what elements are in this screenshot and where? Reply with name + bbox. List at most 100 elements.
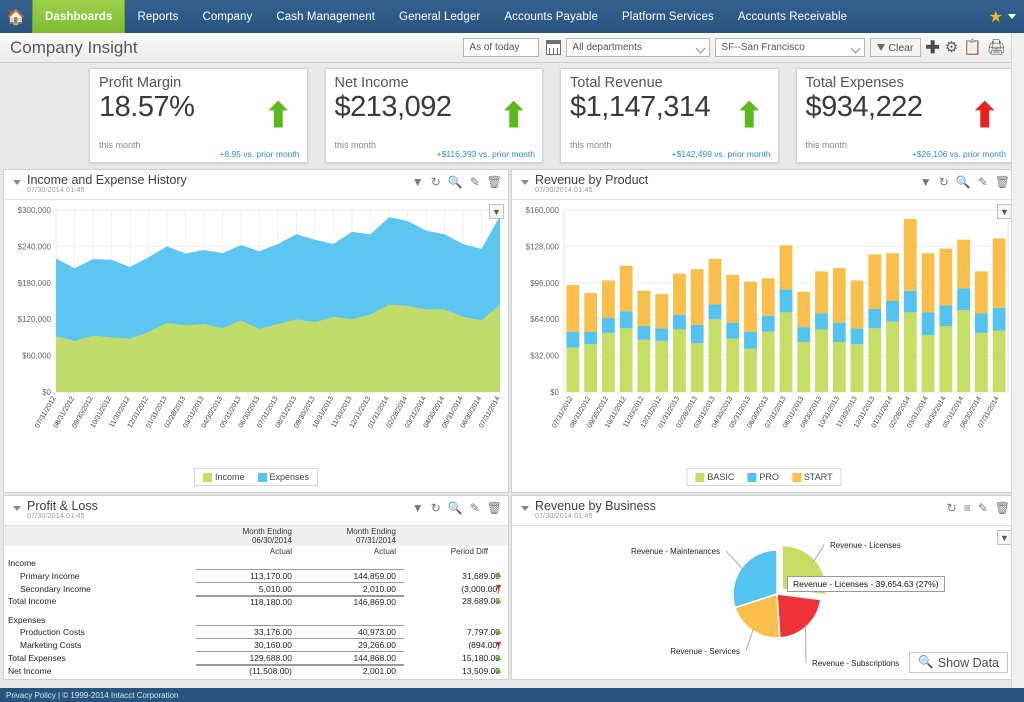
- clear-filters-button[interactable]: Clear: [870, 38, 920, 57]
- kpi-subtitle: this month: [99, 140, 141, 150]
- svg-text:$128,000: $128,000: [526, 242, 560, 251]
- kpi-title: Total Expenses: [806, 75, 1005, 91]
- kpi-delta: +$116,393 vs. prior month: [437, 149, 535, 159]
- kpi-title: Total Revenue: [570, 75, 769, 91]
- show-data-label: Show Data: [938, 656, 999, 670]
- chevron-down-icon[interactable]: [1008, 14, 1016, 19]
- download-icon[interactable]: ▼: [997, 204, 1012, 219]
- kpi-delta: +$142,499 vs. prior month: [672, 149, 771, 159]
- pencil-icon[interactable]: ✎: [470, 502, 480, 514]
- department-filter-select[interactable]: All departments: [566, 38, 710, 57]
- search-icon[interactable]: 🔍: [448, 502, 463, 514]
- gear-icon[interactable]: ⚙: [945, 40, 958, 55]
- funnel-icon[interactable]: ▼: [412, 176, 424, 188]
- location-filter-select[interactable]: SF--San Francisco: [715, 38, 865, 57]
- kpi-card-total-revenue[interactable]: Total Revenue $1,147,314 ⬆ this month +$…: [560, 68, 779, 163]
- table-row[interactable]: Net Income(11,508.00)2,001.0013,509.00▲: [4, 665, 508, 678]
- nav-item-cash-management[interactable]: Cash Management: [264, 0, 387, 33]
- pencil-icon[interactable]: ✎: [470, 176, 480, 188]
- table-row[interactable]: Marketing Costs30,160.0029,266.00(894.00…: [4, 639, 508, 652]
- list-icon[interactable]: ≡: [964, 502, 971, 514]
- show-data-button[interactable]: 🔍 Show Data: [909, 652, 1008, 673]
- table-row[interactable]: Primary Income113,170.00144,859.0031,689…: [4, 569, 508, 582]
- table-row[interactable]: Production Costs33,176.0040,973.007,797.…: [4, 626, 508, 639]
- download-icon[interactable]: ▼: [997, 530, 1012, 545]
- nav-item-accounts-payable[interactable]: Accounts Payable: [492, 0, 610, 33]
- nav-label: Reports: [137, 11, 178, 23]
- collapse-triangle-icon[interactable]: [13, 180, 21, 185]
- nav-label: Accounts Receivable: [738, 11, 847, 23]
- svg-text:Revenue - Subscriptions: Revenue - Subscriptions: [812, 659, 899, 668]
- legend-item-expenses[interactable]: Expenses: [257, 472, 309, 482]
- table-row[interactable]: Expenses: [4, 614, 508, 626]
- income-expense-area-chart[interactable]: $0$60,000$120,000$180,000$240,000$300,00…: [4, 200, 508, 492]
- star-icon[interactable]: ★: [989, 7, 1003, 27]
- header-period-diff-blank: [404, 526, 508, 546]
- refresh-icon[interactable]: ↻: [431, 176, 441, 188]
- nav-item-company[interactable]: Company: [190, 0, 264, 33]
- panel-header: Income and Expense History 07/30/2014 01…: [4, 170, 508, 200]
- cell-actual-prior: [196, 614, 300, 626]
- calendar-icon[interactable]: [546, 40, 561, 55]
- copy-icon[interactable]: 📋: [963, 40, 982, 55]
- cell-actual-current: 144,859.00: [300, 569, 404, 582]
- pencil-icon[interactable]: ✎: [978, 502, 988, 514]
- profit-loss-table: Month Ending 06/30/2014 Month Ending 07/…: [4, 526, 508, 677]
- trash-icon[interactable]: 🗑: [995, 176, 1010, 188]
- footer: Privacy Policy | © 1999-2014 Intacct Cor…: [0, 688, 1024, 702]
- nav-right-group: ★: [989, 0, 1024, 33]
- svg-text:Revenue - Licenses: Revenue - Licenses: [830, 541, 901, 550]
- kpi-card-profit-margin[interactable]: Profit Margin 18.57% ⬆ this month +8.95 …: [89, 68, 308, 163]
- legend-item-basic[interactable]: BASIC: [695, 472, 734, 482]
- funnel-icon[interactable]: ▼: [920, 176, 932, 188]
- trash-icon[interactable]: 🗑: [487, 176, 502, 188]
- kpi-card-total-expenses[interactable]: Total Expenses $934,222 ⬆ this month +$2…: [796, 68, 1015, 163]
- nav-item-general-ledger[interactable]: General Ledger: [387, 0, 492, 33]
- nav-label: Cash Management: [276, 11, 375, 23]
- download-icon[interactable]: ▼: [489, 204, 504, 219]
- pencil-icon[interactable]: ✎: [978, 176, 988, 188]
- page-scrollbar[interactable]: [1011, 33, 1024, 688]
- legend-item-pro[interactable]: PRO: [747, 472, 779, 482]
- kpi-delta: +8.95 vs. prior month: [219, 149, 299, 159]
- refresh-icon[interactable]: ↻: [947, 502, 957, 514]
- collapse-triangle-icon[interactable]: [521, 506, 529, 511]
- legend-swatch: [792, 473, 801, 482]
- trash-icon[interactable]: 🗑: [995, 502, 1010, 514]
- legend-item-income[interactable]: Income: [203, 472, 245, 482]
- search-icon[interactable]: 🔍: [448, 176, 463, 188]
- table-header: Month Ending 06/30/2014 Month Ending 07/…: [4, 526, 508, 557]
- revenue-by-product-bar-chart[interactable]: $0$32,000$64,000$96,000$128,000$160,0000…: [512, 200, 1016, 492]
- print-icon[interactable]: 🖨: [987, 40, 1006, 55]
- table-row[interactable]: Secondary Income5,010.002,010.00(3,000.0…: [4, 582, 508, 595]
- collapse-triangle-icon[interactable]: [521, 180, 529, 185]
- plus-icon[interactable]: ✚: [926, 39, 940, 56]
- row-label: Production Costs: [4, 626, 196, 639]
- collapse-triangle-icon[interactable]: [13, 506, 21, 511]
- refresh-icon[interactable]: ↻: [939, 176, 949, 188]
- nav-item-accounts-receivable[interactable]: Accounts Receivable: [726, 0, 859, 33]
- cell-period-diff: (894.00)▼: [404, 639, 508, 652]
- row-label: Income: [4, 557, 196, 569]
- kpi-card-net-income[interactable]: Net Income $213,092 ⬆ this month +$116,3…: [325, 68, 544, 163]
- trash-icon[interactable]: 🗑: [487, 502, 502, 514]
- row-label: Primary Income: [4, 569, 196, 582]
- table-row[interactable]: Total Expenses129,688.00144,868.0015,180…: [4, 652, 508, 665]
- search-icon[interactable]: 🔍: [956, 176, 971, 188]
- svg-text:$300,000: $300,000: [18, 206, 52, 215]
- panel-title: Income and Expense History: [27, 173, 187, 187]
- legend-item-start[interactable]: START: [792, 472, 833, 482]
- date-filter-input[interactable]: As of today: [463, 38, 539, 57]
- nav-label: Accounts Payable: [504, 11, 598, 23]
- cell-period-diff: 28,689.00▲: [404, 595, 508, 608]
- nav-item-dashboards[interactable]: Dashboards: [32, 0, 125, 33]
- nav-item-reports[interactable]: Reports: [125, 0, 190, 33]
- chart-legend: Income Expenses: [194, 468, 318, 486]
- home-icon[interactable]: 🏠: [0, 0, 32, 33]
- footer-text: Privacy Policy | © 1999-2014 Intacct Cor…: [6, 691, 179, 700]
- refresh-icon[interactable]: ↻: [431, 502, 441, 514]
- funnel-icon[interactable]: ▼: [412, 502, 424, 514]
- table-row[interactable]: Income: [4, 557, 508, 569]
- table-row[interactable]: Total Income118,180.00146,869.0028,689.0…: [4, 595, 508, 608]
- nav-item-platform-services[interactable]: Platform Services: [610, 0, 726, 33]
